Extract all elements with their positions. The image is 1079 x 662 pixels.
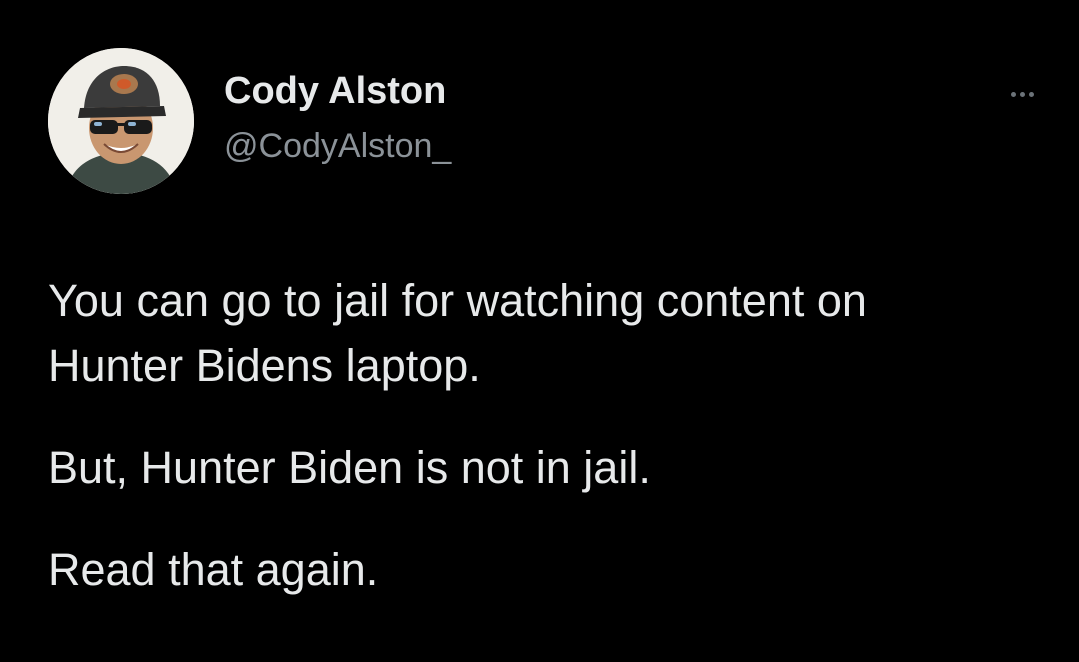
avatar[interactable] [48,48,194,194]
author-handle[interactable]: @CodyAlston_ [224,124,451,168]
more-dot [1010,91,1016,97]
author-names: Cody Alston @CodyAlston_ [224,68,451,168]
author-display-name[interactable]: Cody Alston [224,68,451,114]
tweet-text: You can go to jail for watching content … [48,268,1048,602]
tweet-card: Cody Alston @CodyAlston_ You can go to j… [0,0,1079,662]
tweet-paragraph: Read that again. [48,544,379,595]
more-dot [1028,91,1034,97]
tweet-paragraph: You can go to jail for watching content … [48,275,867,391]
tweet-paragraph: But, Hunter Biden is not in jail. [48,442,651,493]
more-dot [1019,91,1025,97]
profile-avatar-icon [48,48,194,194]
tweet-header: Cody Alston @CodyAlston_ [48,48,1048,196]
more-options-icon[interactable] [1000,84,1044,104]
